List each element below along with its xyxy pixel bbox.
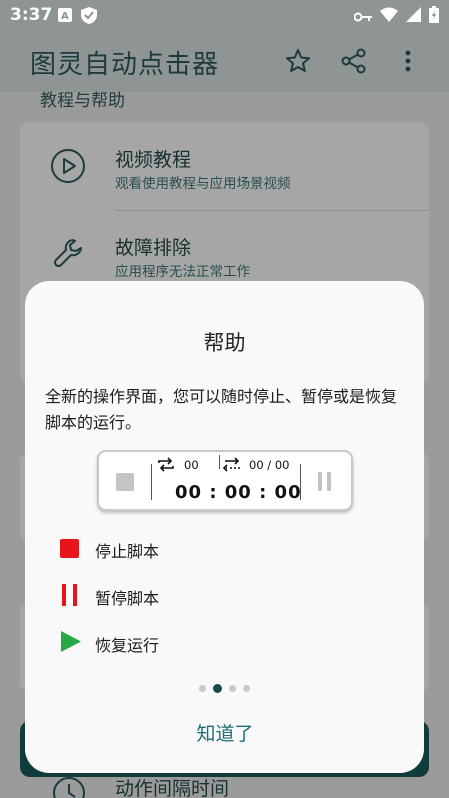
star-icon[interactable] [284, 47, 312, 75]
confirm-button[interactable]: 知道了 [165, 718, 285, 750]
play-circle-icon [50, 148, 86, 188]
section-header: 教程与帮助 [40, 91, 125, 111]
divider [219, 455, 220, 469]
shield-icon [81, 7, 97, 28]
page-dot[interactable] [199, 684, 206, 692]
status-time: 3:37 [10, 5, 53, 25]
interval-title[interactable]: 动作间隔时间 [115, 774, 229, 798]
repeat-icon [156, 457, 176, 476]
pause-icon [318, 472, 322, 491]
dialog-body: 全新的操作界面，您可以随时停止、暂停或是恢复脚本的运行。 [45, 387, 398, 432]
legend-stop-label: 停止脚本 [95, 542, 160, 561]
app-bar: 图灵自动点击器 [0, 30, 449, 92]
legend-resume-label: 恢复运行 [95, 636, 160, 655]
help-dialog: 帮助 全新的操作界面，您可以随时停止、暂停或是恢复脚本的运行。 00 00 / … [25, 281, 424, 773]
divider [151, 464, 152, 500]
troubleshooting-subtitle: 应用程序无法正常工作 [115, 264, 250, 280]
pause-icon [327, 472, 331, 491]
elapsed-time: 00 : 00 : 00 [175, 482, 302, 503]
signal-icon [406, 7, 421, 26]
legend-stop: 停止脚本 [57, 535, 357, 565]
clock-icon [52, 776, 86, 798]
cycle-icon [222, 457, 243, 476]
legend-pause-label: 暂停脚本 [95, 589, 160, 608]
battery-icon [429, 6, 439, 27]
more-vert-icon[interactable] [394, 47, 422, 75]
svg-text:A: A [61, 11, 69, 22]
status-bar: 3:37 A [0, 0, 449, 30]
loop-count: 00 [184, 458, 199, 472]
dialog-title: 帮助 [203, 331, 246, 355]
stop-icon [60, 539, 79, 562]
divider [300, 464, 301, 500]
legend-resume: 恢复运行 [57, 629, 357, 659]
vpn-key-icon [353, 7, 372, 26]
divider [115, 210, 429, 211]
page-dot-active[interactable] [213, 683, 222, 693]
app-title: 图灵自动点击器 [30, 50, 220, 80]
troubleshooting-title[interactable]: 故障排除 [115, 233, 191, 260]
wifi-icon [380, 7, 398, 26]
page-dot[interactable] [243, 684, 250, 692]
share-icon[interactable] [340, 47, 368, 75]
stop-icon [116, 473, 134, 491]
wrench-icon [52, 236, 86, 274]
legend-pause: 暂停脚本 [57, 582, 357, 612]
video-tutorial-subtitle: 观看使用教程与应用场景视频 [115, 176, 291, 192]
video-tutorial-title[interactable]: 视频教程 [115, 145, 191, 172]
play-icon [61, 631, 81, 656]
cycle-count: 00 / 00 [249, 458, 290, 472]
page-dot[interactable] [229, 684, 236, 692]
pause-icon [62, 584, 77, 610]
app-notification-icon: A [58, 7, 72, 28]
page-indicator [25, 682, 424, 694]
script-controller-preview: 00 00 / 00 00 : 00 : 00 [97, 450, 353, 511]
